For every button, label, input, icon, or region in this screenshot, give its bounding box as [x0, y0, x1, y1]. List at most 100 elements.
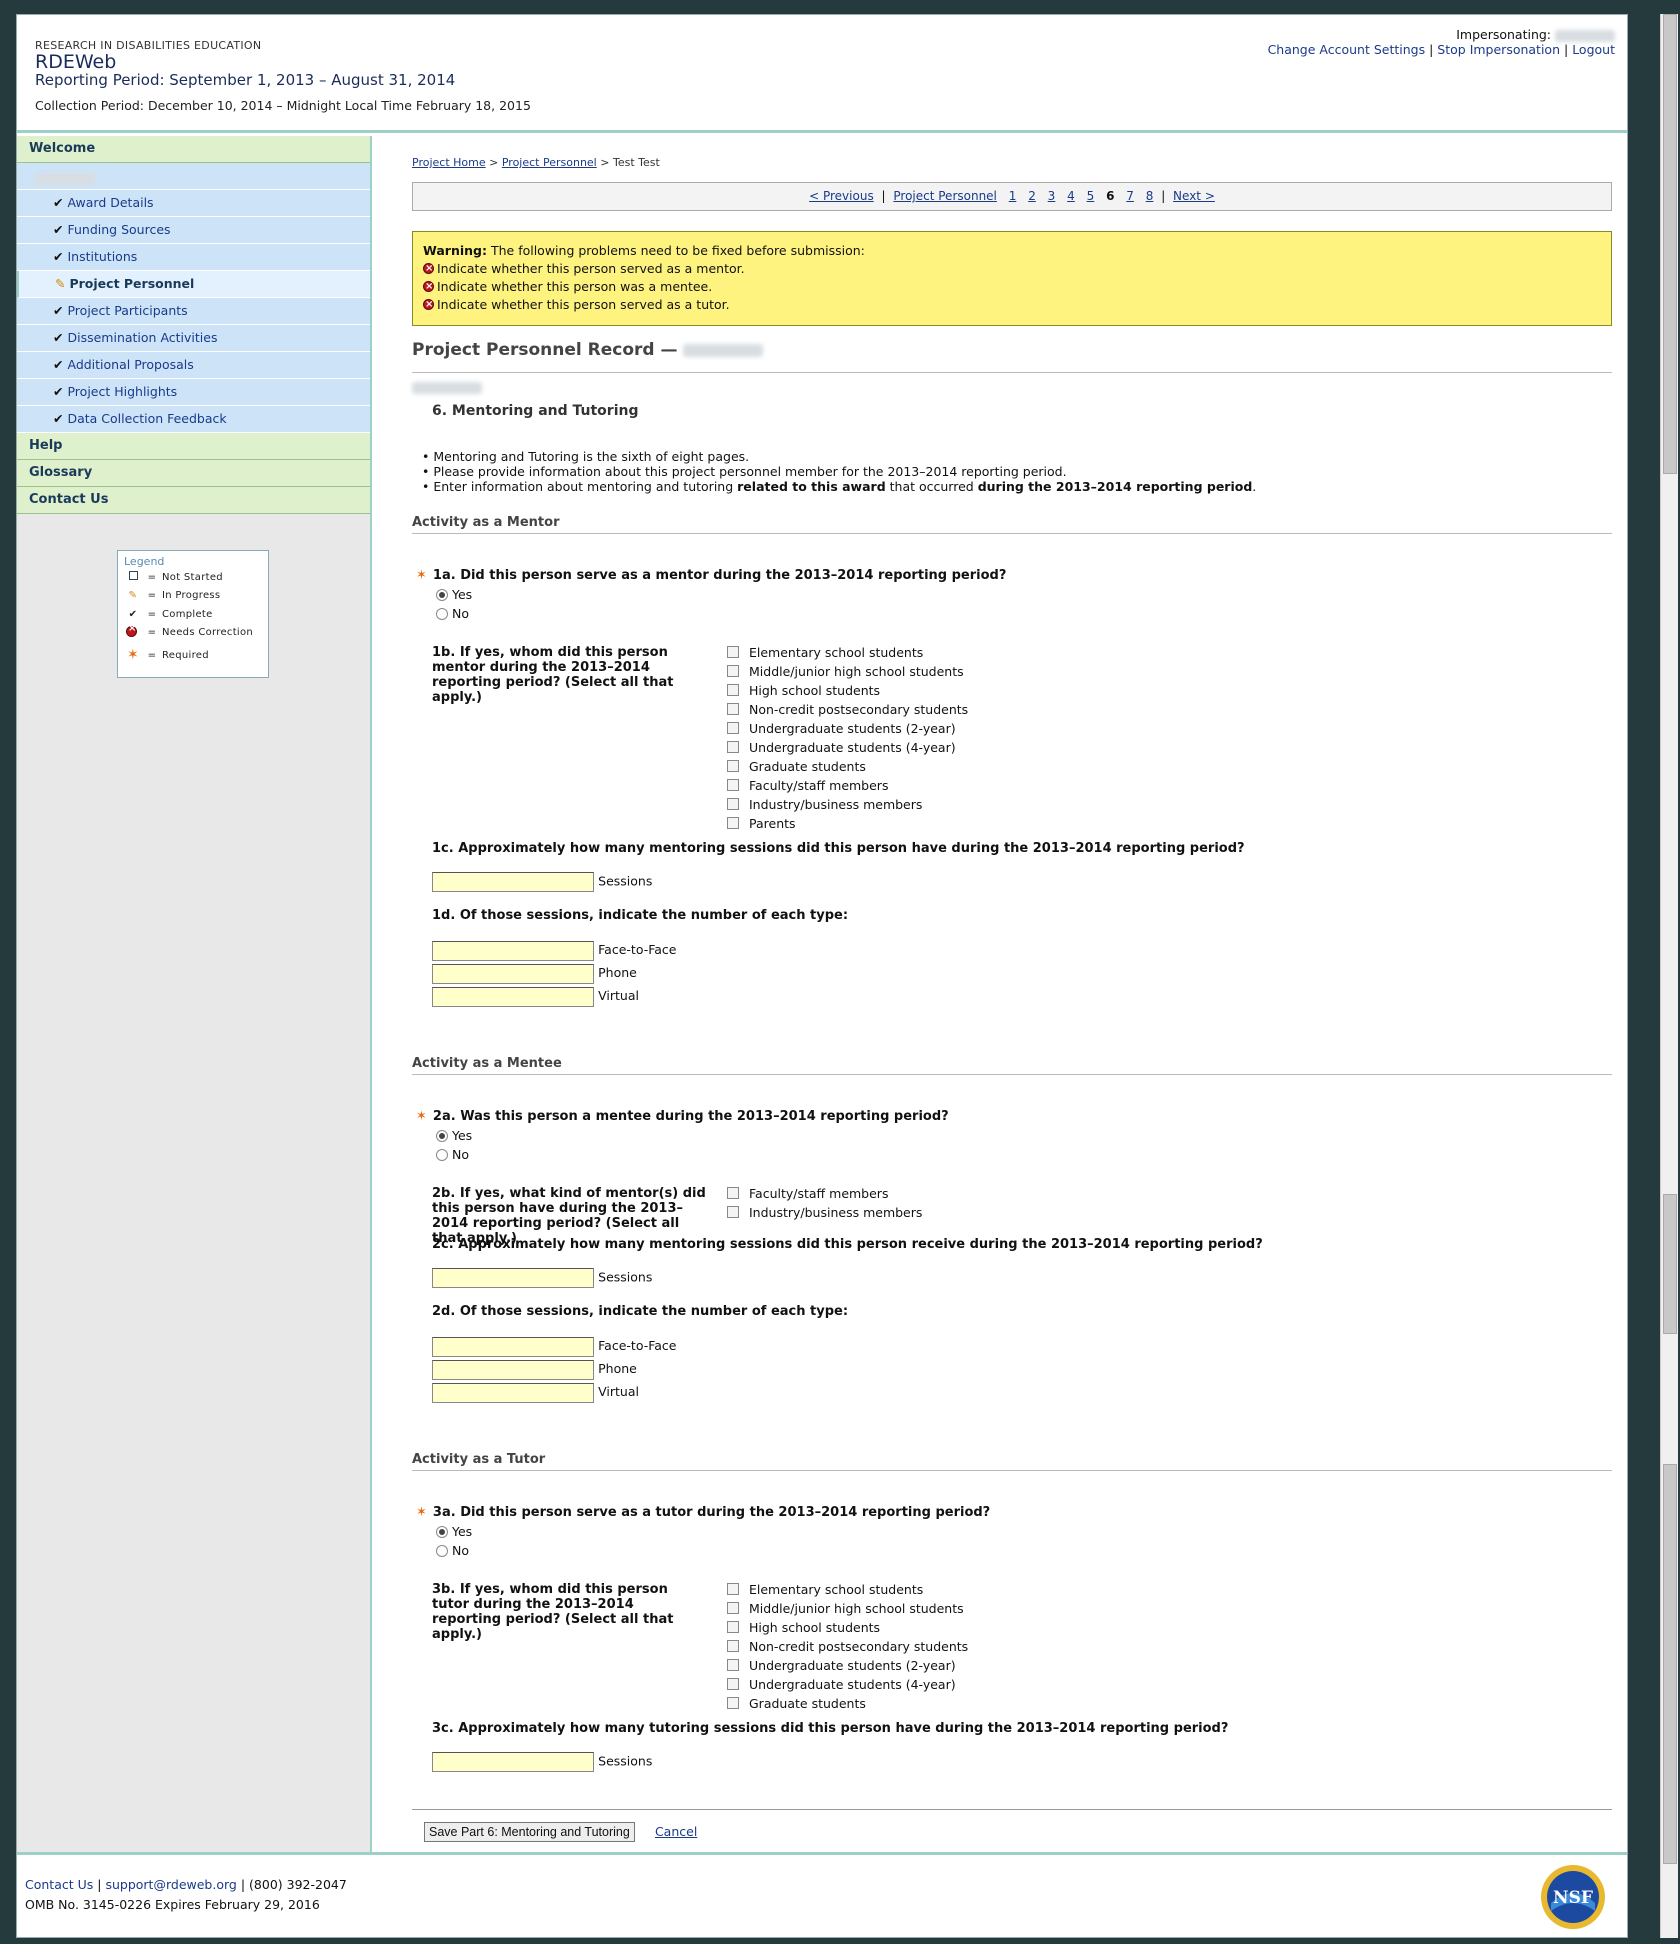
checkbox[interactable]	[727, 684, 739, 696]
q3b-option[interactable]: Undergraduate students (4-year)	[727, 1677, 968, 1696]
pager-page-4[interactable]: 4	[1067, 189, 1075, 203]
intro-item: • Please provide information about this …	[422, 464, 1067, 479]
breadcrumb-project-personnel[interactable]: Project Personnel	[502, 156, 597, 169]
q2b-option[interactable]: Industry/business members	[727, 1205, 922, 1224]
logout-link[interactable]: Logout	[1572, 42, 1615, 57]
q1c-sessions-input[interactable]	[432, 872, 594, 892]
nav-glossary[interactable]: Glossary	[17, 460, 370, 487]
checkbox[interactable]	[727, 1640, 739, 1652]
q3a-no-option[interactable]: No	[436, 1543, 469, 1558]
scrollbar-thumb[interactable]	[1663, 1464, 1677, 1864]
impersonated-user-redacted	[1555, 29, 1615, 42]
checkbox[interactable]	[727, 1659, 739, 1671]
q2d-face-to-face-input[interactable]	[432, 1336, 594, 1357]
checkbox[interactable]	[727, 1583, 739, 1595]
q3b-option[interactable]: Undergraduate students (2-year)	[727, 1658, 968, 1677]
q1b-option[interactable]: Middle/junior high school students	[727, 664, 968, 683]
footer-contact-link[interactable]: Contact Us	[25, 1877, 93, 1892]
q3a-yes-radio[interactable]	[436, 1526, 448, 1538]
q1b-option[interactable]: Non-credit postsecondary students	[727, 702, 968, 721]
pager-page-8[interactable]: 8	[1146, 189, 1154, 203]
q1a-yes-radio[interactable]	[436, 589, 448, 601]
nav-project-personnel[interactable]: ✎ Project Personnel	[17, 271, 370, 298]
checkbox[interactable]	[727, 703, 739, 715]
q1a-no-radio[interactable]	[436, 608, 448, 620]
q3b-option[interactable]: Graduate students	[727, 1696, 968, 1715]
checkbox[interactable]	[727, 665, 739, 677]
cancel-link[interactable]: Cancel	[655, 1824, 697, 1839]
nav-additional-proposals[interactable]: ✔ Additional Proposals	[17, 352, 370, 379]
vertical-scrollbar[interactable]	[1660, 14, 1678, 1938]
checkbox[interactable]	[727, 1678, 739, 1690]
q1b-option[interactable]: Faculty/staff members	[727, 778, 968, 797]
q3b-option[interactable]: Middle/junior high school students	[727, 1601, 968, 1620]
q1b-option[interactable]: Parents	[727, 816, 968, 835]
nav-contact-us[interactable]: Contact Us	[17, 487, 370, 514]
q1a-no-option[interactable]: No	[436, 606, 469, 621]
checkbox[interactable]	[727, 1187, 739, 1199]
q1c-label: 1c. Approximately how many mentoring ses…	[432, 841, 1245, 856]
q1d-phone-input[interactable]	[432, 963, 594, 984]
pager-page-5[interactable]: 5	[1087, 189, 1095, 203]
pager-page-2[interactable]: 2	[1028, 189, 1036, 203]
q3b-option[interactable]: High school students	[727, 1620, 968, 1639]
q2a-no-option[interactable]: No	[436, 1147, 469, 1162]
checkbox[interactable]	[727, 1621, 739, 1633]
checkbox[interactable]	[727, 779, 739, 791]
checkbox[interactable]	[727, 760, 739, 772]
nav-funding-sources[interactable]: ✔ Funding Sources	[17, 217, 370, 244]
required-star-icon: ✶	[416, 568, 427, 583]
q3b-option[interactable]: Elementary school students	[727, 1582, 968, 1601]
save-button[interactable]: Save Part 6: Mentoring and Tutoring	[424, 1822, 635, 1842]
scrollbar-thumb[interactable]	[1663, 1194, 1677, 1334]
nav-institutions[interactable]: ✔ Institutions	[17, 244, 370, 271]
q1d-virtual-input[interactable]	[432, 986, 594, 1007]
pager-next[interactable]: Next >	[1173, 189, 1215, 203]
nav-dissemination-activities[interactable]: ✔ Dissemination Activities	[17, 325, 370, 352]
checkbox[interactable]	[727, 722, 739, 734]
checkbox[interactable]	[727, 1697, 739, 1709]
nav-help[interactable]: Help	[17, 433, 370, 460]
q3a-yes-option[interactable]: Yes	[436, 1524, 472, 1539]
footer-email-link[interactable]: support@rdeweb.org	[105, 1877, 236, 1892]
pager-page-3[interactable]: 3	[1048, 189, 1056, 203]
checkbox[interactable]	[727, 741, 739, 753]
pager-page-7[interactable]: 7	[1126, 189, 1134, 203]
nav-project-highlights[interactable]: ✔ Project Highlights	[17, 379, 370, 406]
pager-previous[interactable]: < Previous	[809, 189, 874, 203]
q1b-option[interactable]: High school students	[727, 683, 968, 702]
stop-impersonation-link[interactable]: Stop Impersonation	[1437, 42, 1560, 57]
q3a-no-radio[interactable]	[436, 1545, 448, 1557]
scrollbar-thumb[interactable]	[1663, 14, 1677, 474]
nav-project-participants[interactable]: ✔ Project Participants	[17, 298, 370, 325]
q1b-option[interactable]: Undergraduate students (2-year)	[727, 721, 968, 740]
q1b-option[interactable]: Undergraduate students (4-year)	[727, 740, 968, 759]
q2c-sessions-input[interactable]	[432, 1268, 594, 1288]
q1d-face-to-face-input[interactable]	[432, 940, 594, 961]
q1b-options: Elementary school students Middle/junior…	[727, 645, 968, 835]
q2a-no-radio[interactable]	[436, 1149, 448, 1161]
nav-data-collection-feedback[interactable]: ✔ Data Collection Feedback	[17, 406, 370, 433]
q3b-option[interactable]: Non-credit postsecondary students	[727, 1639, 968, 1658]
checkbox[interactable]	[727, 1602, 739, 1614]
breadcrumb-project-home[interactable]: Project Home	[412, 156, 486, 169]
q1b-option[interactable]: Elementary school students	[727, 645, 968, 664]
q1b-option[interactable]: Industry/business members	[727, 797, 968, 816]
checkbox[interactable]	[727, 817, 739, 829]
pager-project-personnel[interactable]: Project Personnel	[893, 189, 997, 203]
checkbox[interactable]	[727, 646, 739, 658]
change-account-settings-link[interactable]: Change Account Settings	[1268, 42, 1426, 57]
q2b-option[interactable]: Faculty/staff members	[727, 1186, 922, 1205]
q2d-phone-input[interactable]	[432, 1359, 594, 1380]
q2d-virtual-input[interactable]	[432, 1382, 594, 1403]
q2a-yes-option[interactable]: Yes	[436, 1128, 472, 1143]
nav-welcome[interactable]: Welcome	[17, 136, 370, 163]
q1b-option[interactable]: Graduate students	[727, 759, 968, 778]
q2a-yes-radio[interactable]	[436, 1130, 448, 1142]
checkbox[interactable]	[727, 798, 739, 810]
q1a-yes-option[interactable]: Yes	[436, 587, 472, 602]
q3c-sessions-input[interactable]	[432, 1752, 594, 1772]
checkbox[interactable]	[727, 1206, 739, 1218]
pager-page-1[interactable]: 1	[1009, 189, 1017, 203]
nav-award-details[interactable]: ✔ Award Details	[17, 190, 370, 217]
